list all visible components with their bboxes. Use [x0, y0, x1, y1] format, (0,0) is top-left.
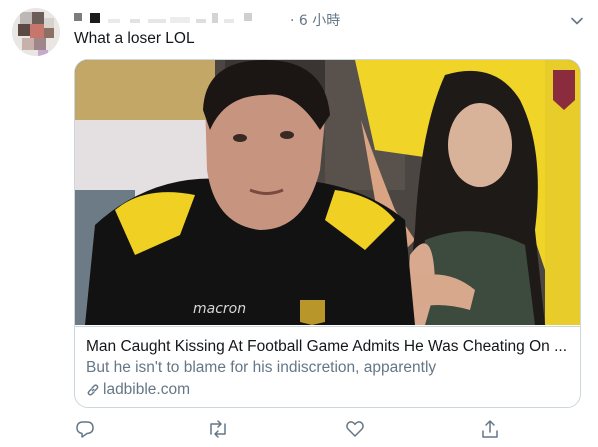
- heart-icon[interactable]: [344, 418, 366, 440]
- chevron-down-icon[interactable]: [568, 12, 586, 30]
- card-domain[interactable]: ladbible.com: [86, 379, 568, 400]
- tweet-timestamp[interactable]: · 6 小時: [290, 10, 340, 30]
- retweet-icon[interactable]: [207, 418, 229, 440]
- card-image[interactable]: macron: [75, 60, 580, 325]
- reply-icon[interactable]: [74, 418, 96, 440]
- tweet-actions: [74, 418, 554, 442]
- card-title[interactable]: Man Caught Kissing At Football Game Admi…: [86, 337, 568, 356]
- card-domain-label: ladbible.com: [103, 381, 191, 398]
- card-description: But he isn't to blame for his indiscreti…: [86, 359, 437, 376]
- link-icon: [87, 383, 99, 396]
- tweet-text: What a loser LOL: [74, 30, 195, 47]
- user-avatar[interactable]: [12, 8, 60, 56]
- card-body[interactable]: Man Caught Kissing At Football Game Admi…: [75, 326, 580, 407]
- tweet-header: · 6 小時: [74, 10, 586, 30]
- link-preview-card[interactable]: macron Man Caught Kissing At Football Ga…: [74, 59, 581, 408]
- svg-text:macron: macron: [193, 301, 246, 317]
- share-icon[interactable]: [479, 418, 501, 440]
- redacted-username[interactable]: [74, 13, 274, 27]
